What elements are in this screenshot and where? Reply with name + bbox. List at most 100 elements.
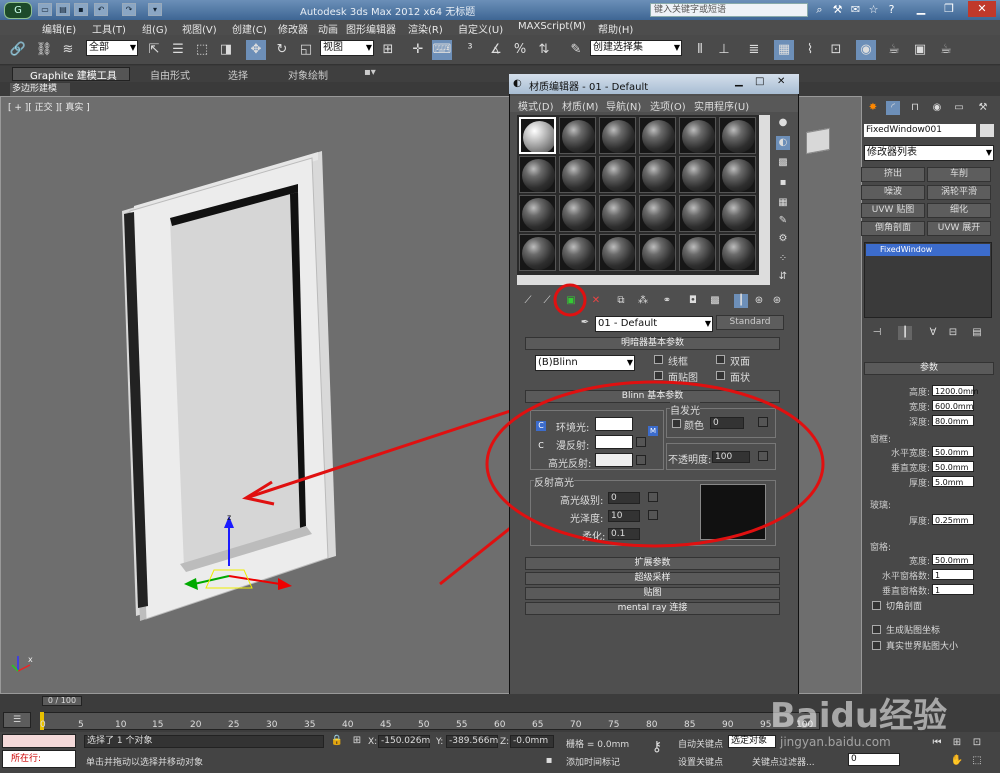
z-coord-field[interactable]: -0.0mm	[510, 735, 554, 748]
make-unique-material-icon[interactable]: ⁂	[636, 294, 650, 308]
sample-slot[interactable]	[599, 234, 636, 271]
tab-graphite[interactable]: Graphite 建模工具	[30, 67, 117, 82]
show-end-result-icon[interactable]: ┃	[898, 326, 912, 340]
uv-tiling-icon[interactable]: ▪	[776, 176, 790, 190]
x-coord-field[interactable]: -150.026m	[378, 735, 430, 748]
sample-type-icon[interactable]: ●	[776, 116, 790, 130]
rendered-frame-icon[interactable]: ▣	[910, 40, 930, 60]
keyboard-shortcut-override-icon[interactable]: ⌨	[432, 40, 452, 60]
modifier-button-tessellate[interactable]: 细化	[927, 203, 991, 218]
y-coord-field[interactable]: -389.566m	[446, 735, 498, 748]
current-frame-field[interactable]: 0	[848, 753, 900, 766]
unlink-icon[interactable]: ⛓	[34, 40, 54, 60]
render-setup-icon[interactable]: ☕	[884, 40, 904, 60]
material-id-channel-icon[interactable]: ◘	[686, 294, 700, 308]
viewcube-icon[interactable]	[806, 127, 830, 155]
pivot-center-icon[interactable]: ⊞	[378, 40, 398, 60]
mental-ray-rollout[interactable]: mental ray 连接	[525, 602, 780, 615]
extended-params-rollout[interactable]: 扩展参数	[525, 557, 780, 570]
sample-slot[interactable]	[639, 156, 676, 193]
auto-key-button[interactable]: 自动关键点	[678, 737, 723, 750]
menu-graph-editors[interactable]: 图形编辑器	[346, 21, 396, 36]
maxscript-listener[interactable]	[2, 734, 76, 748]
material-type-button[interactable]: Standard	[716, 315, 784, 330]
select-by-material-icon[interactable]: ⁘	[776, 252, 790, 266]
me-menu-modes[interactable]: 模式(D)	[518, 98, 554, 113]
supersampling-rollout[interactable]: 超级采样	[525, 572, 780, 585]
sample-slot[interactable]	[639, 117, 676, 154]
sample-slot[interactable]	[679, 156, 716, 193]
sample-slot[interactable]	[599, 117, 636, 154]
shader-type-dropdown[interactable]: (B)Blinn ▼	[535, 355, 635, 371]
height-field[interactable]: 1200.0mm	[932, 385, 979, 396]
object-name-field[interactable]: FixedWindow001	[864, 124, 976, 137]
sample-slot[interactable]	[599, 195, 636, 232]
search-icon[interactable]: ⌕	[812, 2, 827, 17]
maximize-icon[interactable]: □	[755, 76, 764, 87]
menu-rendering[interactable]: 渲染(R)	[408, 21, 443, 36]
go-forward-sibling-icon[interactable]: ⊛	[770, 294, 784, 308]
menu-animation[interactable]: 动画	[318, 21, 338, 36]
wire-checkbox[interactable]	[654, 355, 663, 364]
redo-icon[interactable]: ↷	[122, 3, 136, 16]
put-to-library-icon[interactable]: ⚭	[660, 294, 674, 308]
background-icon[interactable]: ▩	[776, 156, 790, 170]
make-copy-icon[interactable]: ⧉	[614, 294, 628, 308]
selection-filter-dropdown[interactable]: 全部 ▼	[86, 40, 138, 56]
gen-mapping-checkbox[interactable]	[872, 625, 881, 634]
go-to-parent-icon[interactable]: ⊛	[752, 294, 766, 308]
select-and-rotate-icon[interactable]: ↻	[272, 40, 292, 60]
percent-snap-icon[interactable]: %	[510, 40, 530, 60]
sample-slot[interactable]	[639, 234, 676, 271]
sample-slot[interactable]	[679, 117, 716, 154]
me-menu-navigation[interactable]: 导航(N)	[606, 98, 641, 113]
v-width-field[interactable]: 50.0mm	[932, 461, 974, 472]
sample-slot[interactable]	[639, 195, 676, 232]
sample-slot[interactable]	[719, 156, 756, 193]
add-time-tag[interactable]: 添加时间标记	[566, 755, 620, 768]
sample-slot[interactable]	[519, 234, 556, 271]
width-field[interactable]: 600.0mm	[932, 400, 974, 411]
lock-selection-icon[interactable]: 🔒	[330, 734, 344, 748]
undo-icon[interactable]: ↶	[94, 3, 108, 16]
material-navigator-icon[interactable]: ⇵	[776, 270, 790, 284]
sample-slot[interactable]	[559, 156, 596, 193]
modifier-button-lathe[interactable]: 车削	[927, 167, 991, 182]
me-menu-options[interactable]: 选项(O)	[650, 98, 686, 113]
modifier-list-dropdown[interactable]: 修改器列表 ▼	[864, 145, 994, 161]
modifier-button-uvw-map[interactable]: UVW 贴图	[861, 203, 925, 218]
tab-object-paint[interactable]: 对象绘制	[288, 67, 328, 82]
h-panes-field[interactable]: 1	[932, 569, 974, 580]
sample-slot[interactable]	[519, 195, 556, 232]
snaps-toggle-icon[interactable]: ³	[460, 40, 480, 60]
reset-map-icon[interactable]: ✕	[589, 294, 603, 308]
menu-modifiers[interactable]: 修改器	[278, 21, 308, 36]
depth-field[interactable]: 80.0mm	[932, 415, 974, 426]
motion-tab-icon[interactable]: ◉	[930, 101, 944, 115]
layer-manager-icon[interactable]: ≣	[744, 40, 764, 60]
mini-curve-editor-icon[interactable]: ☰	[3, 712, 31, 728]
modifier-button-extrude[interactable]: 挤出	[861, 167, 925, 182]
tab-freeform[interactable]: 自由形式	[150, 67, 190, 82]
favorites-icon[interactable]: ☆	[866, 2, 881, 17]
edit-named-selection-icon[interactable]: ✎	[566, 40, 586, 60]
object-color-swatch[interactable]	[980, 124, 994, 137]
menu-edit[interactable]: 编辑(E)	[42, 21, 76, 36]
utilities-tab-icon[interactable]: ⚒	[976, 101, 990, 115]
select-and-move-icon[interactable]: ✥	[246, 40, 266, 60]
go-to-start-icon[interactable]: ⏮	[930, 736, 944, 750]
select-and-scale-icon[interactable]: ◱	[296, 40, 316, 60]
menu-views[interactable]: 视图(V)	[182, 21, 217, 36]
show-end-result-material-icon[interactable]: ┃	[734, 294, 748, 308]
sample-slot[interactable]	[599, 156, 636, 193]
show-map-in-viewport-icon[interactable]: ▩	[708, 294, 722, 308]
sample-slot[interactable]	[559, 195, 596, 232]
select-and-link-icon[interactable]: 🔗	[8, 40, 28, 60]
set-key-button[interactable]: 设置关键点	[678, 755, 723, 768]
close-icon[interactable]: ✕	[968, 1, 996, 17]
curve-editor-icon[interactable]: ⌇	[800, 40, 820, 60]
save-icon[interactable]: ▪	[74, 3, 88, 16]
me-menu-material[interactable]: 材质(M)	[562, 98, 598, 113]
open-file-icon[interactable]: ▤	[56, 3, 70, 16]
bind-space-warp-icon[interactable]: ≋	[58, 40, 78, 60]
